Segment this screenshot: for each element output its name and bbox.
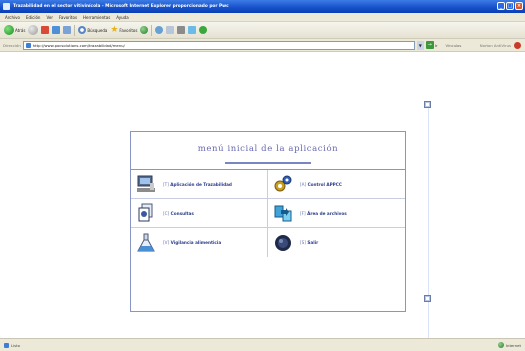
frame-divider — [428, 103, 429, 350]
favorites-label: Favoritos — [119, 27, 138, 33]
menu-item-label: [T] Aplicación de Trazabilidad — [163, 181, 232, 187]
mail-icon[interactable] — [166, 26, 175, 34]
window-title: Trazabilidad en el sector vitivinícola -… — [13, 4, 229, 9]
menu-ver[interactable]: Ver — [46, 15, 53, 20]
refresh-icon[interactable] — [52, 26, 61, 34]
toolbar-separator — [74, 24, 76, 36]
status-text: Listo — [11, 342, 20, 348]
back-arrow-icon — [4, 25, 14, 35]
menu-item-appcc[interactable]: [A] Control APPCC — [268, 170, 405, 199]
close-button[interactable]: × — [515, 2, 523, 10]
forward-arrow-icon — [28, 25, 39, 35]
history-icon[interactable] — [155, 26, 164, 34]
go-arrow-icon: → — [425, 41, 434, 49]
menu-archivo[interactable]: Archivo — [5, 15, 20, 20]
ie-icon — [3, 3, 10, 10]
norton-icon[interactable] — [514, 41, 521, 49]
file-transfer-icon — [269, 200, 297, 227]
home-icon[interactable] — [63, 26, 72, 34]
forward-button[interactable] — [28, 25, 39, 35]
page-content: menú inicial de la aplicación [T] Aplica… — [0, 53, 525, 350]
menu-favoritos[interactable]: Favoritos — [59, 15, 77, 20]
scroll-up-icon[interactable] — [424, 101, 431, 108]
flask-icon — [132, 229, 160, 256]
messenger-icon[interactable] — [199, 26, 208, 34]
search-icon — [78, 26, 87, 34]
norton-label[interactable]: Norton AntiVirus — [480, 43, 511, 48]
back-button[interactable]: Atrás — [4, 25, 25, 35]
edit-icon[interactable] — [188, 26, 197, 34]
menu-item-salir[interactable]: [S] Salir — [268, 228, 405, 257]
stop-icon[interactable] — [41, 26, 50, 34]
toolbar-separator — [151, 24, 153, 36]
exit-icon — [269, 229, 297, 256]
media-icon[interactable] — [140, 26, 149, 34]
go-label: Ir — [434, 42, 438, 48]
menu-grid: [T] Aplicación de Trazabilidad [A] Contr… — [131, 170, 405, 257]
menu-item-label: [C] Consultas — [163, 210, 194, 216]
favorites-button[interactable]: ★ Favoritos — [110, 25, 138, 35]
minimize-button[interactable]: _ — [497, 2, 505, 10]
menu-item-consultas[interactable]: [C] Consultas — [131, 199, 268, 228]
menu-title: menú inicial de la aplicación — [197, 143, 339, 154]
star-icon: ★ — [110, 25, 119, 35]
menu-header: menú inicial de la aplicación — [131, 132, 405, 170]
menu-item-label: [V] Vigilancia alimenticia — [163, 240, 222, 245]
security-zone: Internet — [497, 342, 521, 348]
gears-icon — [269, 171, 297, 198]
menu-edicion[interactable]: Edición — [26, 15, 40, 20]
print-icon[interactable] — [177, 26, 186, 34]
menu-item-label: [S] Salir — [300, 240, 319, 245]
main-menu: menú inicial de la aplicación [T] Aplica… — [130, 131, 406, 312]
computer-icon — [132, 171, 160, 198]
address-url: http://www.pocsolutions.com/trazabilidad… — [32, 42, 125, 48]
browser-toolbar: Atrás Búsqueda ★ Favoritos — [0, 22, 525, 39]
go-button[interactable]: → Ir — [425, 41, 438, 49]
scroll-down-icon[interactable] — [424, 295, 431, 302]
search-label: Búsqueda — [87, 27, 108, 33]
address-label: Dirección — [3, 42, 21, 48]
toolbar-extras: Norton AntiVirus — [480, 41, 521, 49]
page-icon — [25, 42, 31, 48]
window-controls: _ □ × — [497, 2, 523, 10]
search-button[interactable]: Búsqueda — [78, 26, 107, 34]
menu-item-label: [A] Control APPCC — [300, 181, 342, 187]
window-titlebar: Trazabilidad en el sector vitivinícola -… — [0, 0, 525, 13]
title-underline — [225, 161, 311, 164]
status-bar: Listo Internet — [0, 338, 525, 351]
documents-icon — [132, 200, 160, 227]
menu-item-vigilancia[interactable]: [V] Vigilancia alimenticia — [131, 228, 268, 257]
address-input[interactable]: http://www.pocsolutions.com/trazabilidad… — [22, 40, 415, 50]
back-label: Atrás — [15, 27, 26, 33]
address-dropdown-icon[interactable]: ▼ — [416, 40, 424, 50]
address-bar: Dirección http://www.pocsolutions.com/tr… — [0, 39, 525, 52]
status-left: Listo — [4, 342, 20, 348]
menu-herramientas[interactable]: Herramientas — [83, 15, 110, 20]
menu-ayuda[interactable]: Ayuda — [116, 15, 128, 20]
menu-item-label: [F] Área de archivos — [300, 210, 347, 216]
maximize-button[interactable]: □ — [506, 2, 514, 10]
zone-label: Internet — [505, 342, 521, 348]
menu-bar: Archivo Edición Ver Favoritos Herramient… — [0, 13, 525, 22]
page-status-icon — [4, 342, 9, 348]
menu-item-trazabilidad[interactable]: [T] Aplicación de Trazabilidad — [131, 170, 268, 199]
links-button[interactable]: Vínculos — [445, 43, 461, 48]
globe-icon — [497, 342, 504, 348]
menu-item-archivos[interactable]: [F] Área de archivos — [268, 199, 405, 228]
